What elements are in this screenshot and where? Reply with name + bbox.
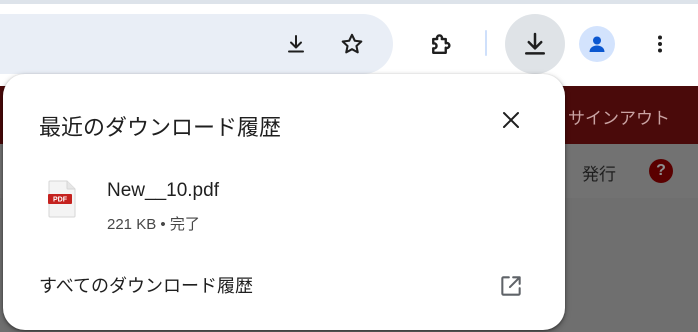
file-size: 221 KB xyxy=(107,216,157,233)
signout-link[interactable]: サインアウト xyxy=(568,104,670,129)
open-in-new-icon[interactable] xyxy=(495,270,527,302)
close-button[interactable] xyxy=(491,100,531,140)
issue-link[interactable]: 発行 xyxy=(582,160,616,185)
downloads-button[interactable] xyxy=(505,14,565,74)
pdf-file-icon: PDF xyxy=(47,180,77,218)
more-menu-button[interactable] xyxy=(630,14,690,74)
address-bar[interactable] xyxy=(0,14,393,74)
meta-separator: • xyxy=(160,216,166,233)
bubble-title: 最近のダウンロード履歴 xyxy=(39,116,282,141)
bookmark-star-icon[interactable] xyxy=(336,28,368,60)
pdf-badge-label: PDF xyxy=(53,197,68,204)
tab-strip-edge xyxy=(0,0,698,4)
avatar xyxy=(579,26,615,62)
file-meta: 221 KB • 完了 xyxy=(107,213,200,234)
all-download-history-link[interactable]: すべてのダウンロード履歴 xyxy=(3,260,565,310)
browser-window: サインアウト 発行 ? 最近のダウンロード履歴 PDF New__10.pdf xyxy=(0,0,698,332)
more-vert-icon xyxy=(658,35,662,53)
all-history-label: すべてのダウンロード履歴 xyxy=(39,276,254,297)
download-icon xyxy=(525,32,545,55)
help-icon[interactable]: ? xyxy=(649,159,673,183)
close-icon xyxy=(503,112,519,128)
download-icon[interactable] xyxy=(280,28,312,60)
profile-button[interactable] xyxy=(567,14,627,74)
person-icon xyxy=(589,36,605,52)
extensions-icon[interactable] xyxy=(412,14,472,74)
download-status: 完了 xyxy=(169,216,200,233)
toolbar-divider xyxy=(485,30,487,56)
download-bubble: 最近のダウンロード履歴 PDF New__10.pdf 221 KB • 完了 xyxy=(3,74,565,330)
file-name: New__10.pdf xyxy=(107,180,219,201)
download-item[interactable]: PDF New__10.pdf 221 KB • 完了 xyxy=(3,166,565,244)
